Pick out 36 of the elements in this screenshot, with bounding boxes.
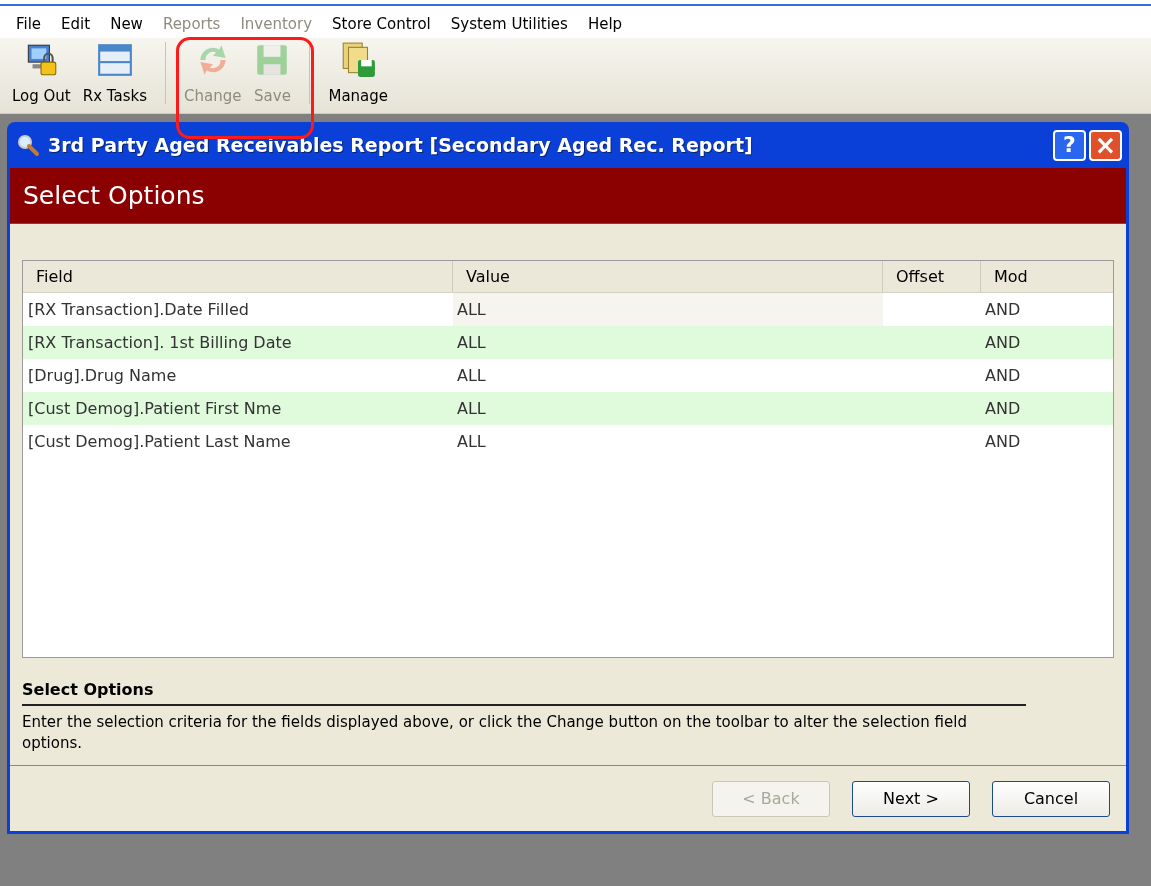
toolbar-button[interactable]: Manage xyxy=(322,40,395,107)
table-cell-text: AND xyxy=(984,397,1022,420)
menu-item[interactable]: System Utilities xyxy=(442,12,576,36)
menu-item[interactable]: Edit xyxy=(53,12,99,36)
table-cell-text: [RX Transaction].Date Filled xyxy=(27,298,250,321)
column-header[interactable]: Mod xyxy=(981,261,1113,292)
table-cell-text: AND xyxy=(984,298,1022,321)
help-button[interactable]: ? xyxy=(1053,129,1086,161)
table-cell-text: AND xyxy=(984,430,1022,453)
description-text: Enter the selection criteria for the fields displayed above, or click the Change button on the toolbar to alter the selection field options. xyxy=(22,712,968,754)
table-cell-text: [RX Transaction]. 1st Billing Date xyxy=(27,331,293,354)
toolbar-button[interactable]: Log Out xyxy=(6,40,77,107)
menu-item[interactable]: Help xyxy=(579,12,631,36)
table-cell: ALL xyxy=(453,293,883,326)
toolbar-button[interactable]: Rx Tasks xyxy=(76,40,154,107)
table-cell-text: ALL xyxy=(456,397,487,420)
column-header[interactable]: Field xyxy=(23,261,453,292)
table-cell-text: ALL xyxy=(456,364,487,387)
table-cell-text: [Cust Demog].Patient First Nme xyxy=(27,397,283,420)
table-cell-text: [Drug].Drug Name xyxy=(27,364,178,387)
table-cell-text: AND xyxy=(984,364,1022,387)
table-cell-text: [Cust Demog].Patient Last Name xyxy=(27,430,292,453)
dialog-button[interactable]: Cancel xyxy=(992,780,1110,817)
section-header: Select Options xyxy=(23,179,205,212)
menu-item[interactable]: New xyxy=(102,12,151,36)
menu-item[interactable]: Store Control xyxy=(324,12,439,36)
table-cell-text: AND xyxy=(984,331,1022,354)
description-title: Select Options xyxy=(22,680,154,699)
dialog-button[interactable]: Next > xyxy=(852,780,970,817)
column-header[interactable]: Offset xyxy=(883,261,981,292)
dialog-title: 3rd Party Aged Receivables Report [Secondary Aged Rec. Report] xyxy=(48,132,753,158)
table-cell-text: ALL xyxy=(456,331,487,354)
close-button[interactable]: × xyxy=(1089,129,1122,161)
table-cell-text: ALL xyxy=(456,430,487,453)
column-header[interactable]: Value xyxy=(453,261,883,292)
menu-item[interactable]: File xyxy=(8,12,50,36)
